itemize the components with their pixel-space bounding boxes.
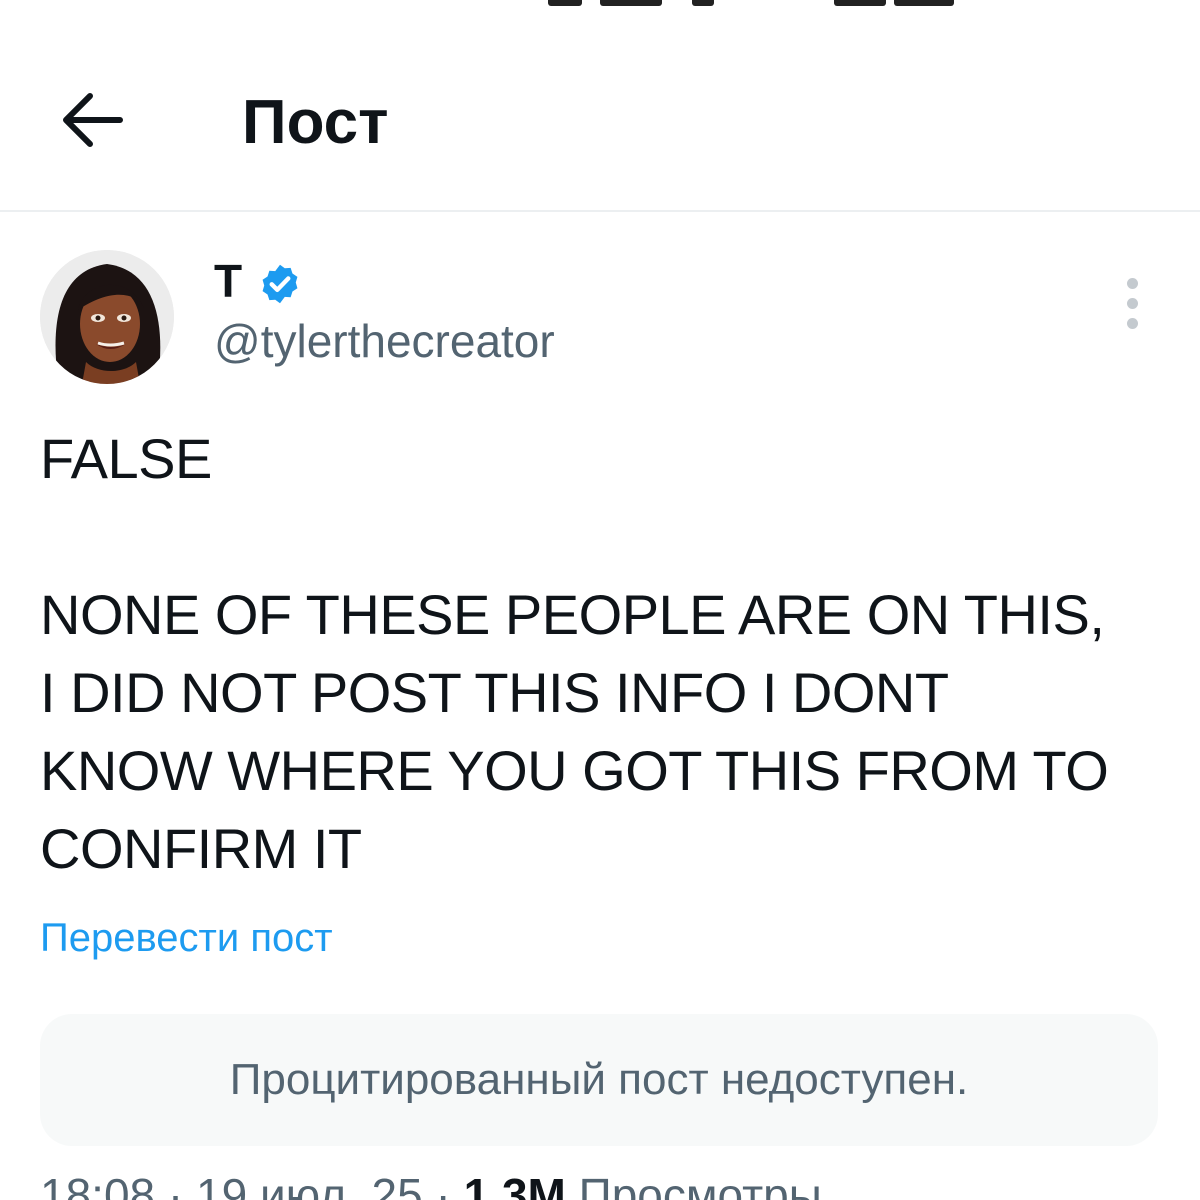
avatar[interactable] — [40, 250, 174, 384]
post-time[interactable]: 18:08 — [40, 1169, 155, 1200]
meta-separator: · — [435, 1169, 464, 1200]
post-line: NONE OF THESE PEOPLE ARE ON THIS, — [40, 583, 1105, 646]
dot-icon — [1126, 318, 1138, 329]
post-meta: 18:08 · 19 июл. 25 · 1,3M Просмотры — [40, 1172, 822, 1200]
post-line: I DID NOT POST THIS INFO I DONT — [40, 661, 949, 724]
avatar-image — [40, 250, 174, 384]
quote-unavailable-text: Процитированный пост недоступен. — [229, 1055, 969, 1104]
arrow-left-icon — [63, 93, 123, 147]
top-bar: Пост — [0, 0, 1200, 212]
views-count[interactable]: 1,3M — [464, 1169, 566, 1200]
dot-icon — [1126, 278, 1138, 289]
post-page: Пост T @tylerthecreator FALSE NONE OF TH… — [0, 0, 1200, 1200]
post-date[interactable]: 19 июл. 25 — [196, 1169, 423, 1200]
post-spacer — [40, 498, 1170, 576]
author-handle[interactable]: @tylerthecreator — [214, 318, 555, 364]
quoted-post-unavailable: Процитированный пост недоступен. — [40, 1014, 1158, 1146]
dot-icon — [1126, 298, 1138, 309]
post-line: CONFIRM IT — [40, 817, 362, 880]
verified-badge-icon — [262, 264, 298, 304]
translate-post-link[interactable]: Перевести пост — [40, 914, 333, 962]
back-button[interactable] — [58, 84, 130, 156]
post-text: FALSE NONE OF THESE PEOPLE ARE ON THIS, … — [40, 420, 1170, 888]
author-name[interactable]: T — [214, 258, 242, 304]
page-title: Пост — [242, 88, 389, 157]
post-line: FALSE — [40, 427, 212, 490]
views-label: Просмотры — [578, 1169, 822, 1200]
more-options-button[interactable] — [1110, 278, 1154, 338]
post-line: KNOW WHERE YOU GOT THIS FROM TO — [40, 739, 1109, 802]
meta-separator: · — [167, 1169, 197, 1200]
